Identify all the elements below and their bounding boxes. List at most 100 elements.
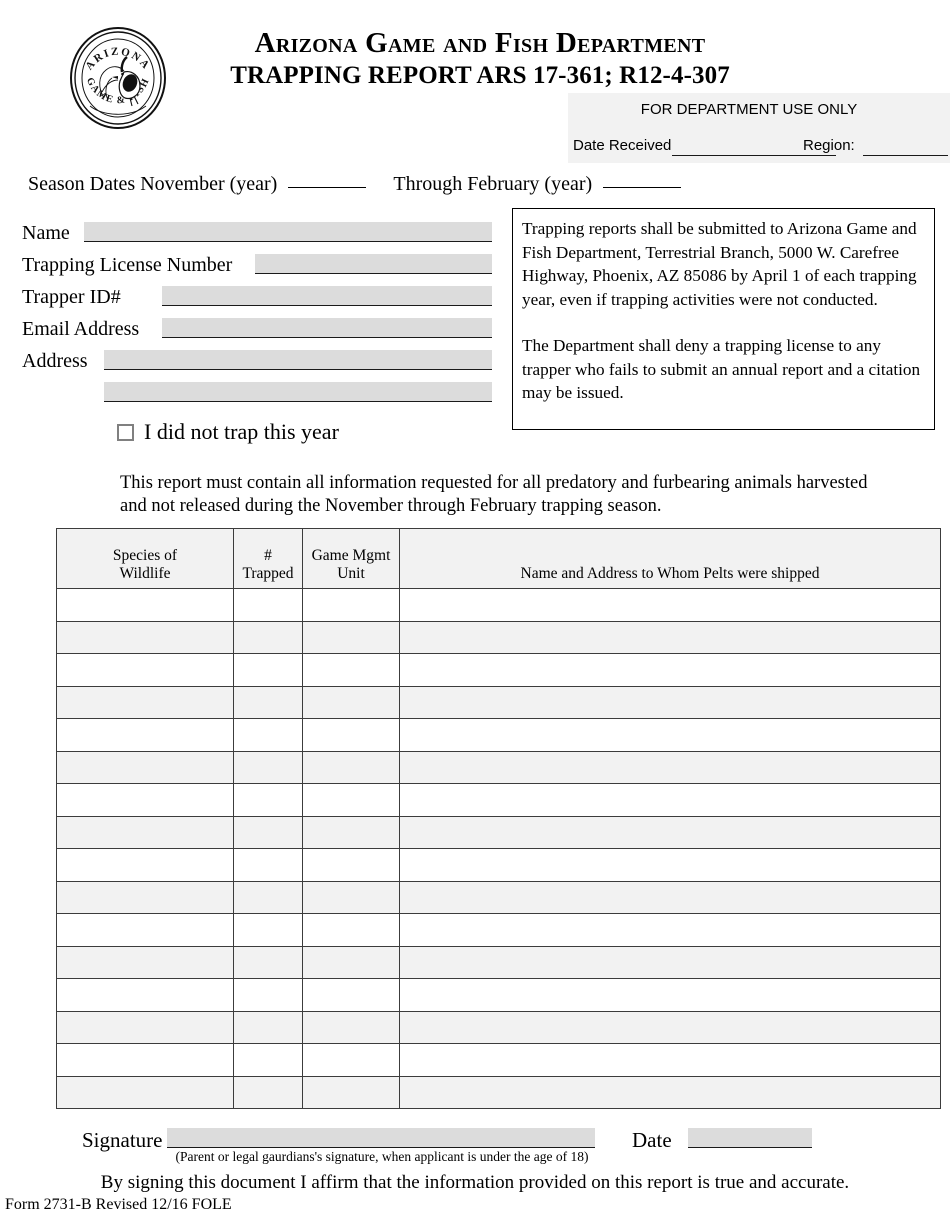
table-cell-species[interactable] <box>56 685 234 719</box>
column-header-species: Species of Wildlife <box>56 528 234 589</box>
table-cell-trapped[interactable] <box>233 815 303 849</box>
table-cell-unit[interactable] <box>302 718 400 752</box>
table-cell-unit[interactable] <box>302 685 400 719</box>
address-line-2-input[interactable] <box>104 382 492 402</box>
region-input[interactable] <box>863 155 948 156</box>
season-through-label: Through February (year) <box>393 173 593 195</box>
table-row <box>56 815 941 849</box>
column-header-unit-line1: Game Mgmt <box>311 547 391 564</box>
table-cell-shipped[interactable] <box>399 1043 941 1077</box>
table-cell-trapped[interactable] <box>233 783 303 817</box>
did-not-trap-row[interactable]: I did not trap this year <box>117 419 339 445</box>
table-cell-shipped[interactable] <box>399 620 941 654</box>
table-cell-unit[interactable] <box>302 880 400 914</box>
signature-date-input[interactable] <box>688 1128 812 1148</box>
table-cell-unit[interactable] <box>302 848 400 882</box>
table-cell-shipped[interactable] <box>399 945 941 979</box>
name-input[interactable] <box>84 222 492 242</box>
table-cell-shipped[interactable] <box>399 978 941 1012</box>
table-cell-species[interactable] <box>56 1075 234 1109</box>
table-cell-species[interactable] <box>56 750 234 784</box>
table-row <box>56 588 941 622</box>
signature-guardian-note: (Parent or legal gaurdians's signature, … <box>175 1149 589 1164</box>
table-cell-shipped[interactable] <box>399 588 941 622</box>
table-cell-shipped[interactable] <box>399 1075 941 1109</box>
table-cell-unit[interactable] <box>302 1043 400 1077</box>
harvest-table-body <box>56 588 941 1109</box>
table-cell-unit[interactable] <box>302 783 400 817</box>
table-cell-trapped[interactable] <box>233 620 303 654</box>
table-cell-trapped[interactable] <box>233 1010 303 1044</box>
table-cell-trapped[interactable] <box>233 1043 303 1077</box>
table-cell-species[interactable] <box>56 653 234 687</box>
table-cell-species[interactable] <box>56 1043 234 1077</box>
form-number-footer: Form 2731-B Revised 12/16 FOLE <box>5 1196 232 1213</box>
table-cell-trapped[interactable] <box>233 1075 303 1109</box>
table-cell-shipped[interactable] <box>399 848 941 882</box>
table-cell-unit[interactable] <box>302 1010 400 1044</box>
table-cell-species[interactable] <box>56 880 234 914</box>
table-cell-trapped[interactable] <box>233 880 303 914</box>
table-cell-trapped[interactable] <box>233 750 303 784</box>
date-received-input[interactable] <box>672 155 836 156</box>
column-header-shipped-to: Name and Address to Whom Pelts were ship… <box>399 528 941 589</box>
table-cell-unit[interactable] <box>302 750 400 784</box>
table-cell-species[interactable] <box>56 620 234 654</box>
address-line-1-input[interactable] <box>104 350 492 370</box>
table-cell-trapped[interactable] <box>233 588 303 622</box>
table-cell-shipped[interactable] <box>399 718 941 752</box>
table-cell-species[interactable] <box>56 848 234 882</box>
instructions-paragraph-2: The Department shall deny a trapping lic… <box>522 336 921 402</box>
field-row-license: Trapping License Number <box>22 254 492 280</box>
table-cell-unit[interactable] <box>302 815 400 849</box>
table-cell-trapped[interactable] <box>233 913 303 947</box>
table-cell-trapped[interactable] <box>233 945 303 979</box>
table-cell-shipped[interactable] <box>399 653 941 687</box>
table-cell-unit[interactable] <box>302 653 400 687</box>
table-row <box>56 848 941 882</box>
table-row <box>56 913 941 947</box>
region-label: Region: <box>803 137 855 154</box>
signature-input[interactable] <box>167 1128 595 1148</box>
date-received-label: Date Received <box>573 137 672 154</box>
page-subtitle: TRAPPING REPORT ARS 17-361; R12-4-307 <box>230 62 730 89</box>
table-cell-shipped[interactable] <box>399 685 941 719</box>
trapping-license-number-input[interactable] <box>255 254 492 274</box>
column-header-shipped-line2: Name and Address to Whom Pelts were ship… <box>520 565 820 582</box>
table-cell-species[interactable] <box>56 913 234 947</box>
table-cell-trapped[interactable] <box>233 718 303 752</box>
table-cell-trapped[interactable] <box>233 685 303 719</box>
table-cell-species[interactable] <box>56 718 234 752</box>
table-cell-trapped[interactable] <box>233 978 303 1012</box>
table-cell-shipped[interactable] <box>399 880 941 914</box>
season-dates-row: Season Dates November (year) Through Feb… <box>28 173 687 196</box>
field-row-email: Email Address <box>22 318 492 344</box>
table-cell-shipped[interactable] <box>399 783 941 817</box>
season-february-year-input[interactable] <box>603 187 682 188</box>
table-cell-shipped[interactable] <box>399 750 941 784</box>
table-row <box>56 685 941 719</box>
table-cell-trapped[interactable] <box>233 848 303 882</box>
table-cell-shipped[interactable] <box>399 1010 941 1044</box>
email-address-input[interactable] <box>162 318 492 338</box>
table-cell-species[interactable] <box>56 1010 234 1044</box>
table-cell-unit[interactable] <box>302 1075 400 1109</box>
table-row <box>56 945 941 979</box>
table-header-row: Species of Wildlife # Trapped Game Mgmt … <box>56 528 941 589</box>
did-not-trap-checkbox[interactable] <box>117 423 134 441</box>
table-cell-shipped[interactable] <box>399 913 941 947</box>
table-cell-species[interactable] <box>56 945 234 979</box>
table-cell-unit[interactable] <box>302 945 400 979</box>
table-cell-unit[interactable] <box>302 620 400 654</box>
trapper-id-input[interactable] <box>162 286 492 306</box>
table-cell-unit[interactable] <box>302 588 400 622</box>
table-cell-species[interactable] <box>56 588 234 622</box>
table-cell-species[interactable] <box>56 978 234 1012</box>
table-cell-species[interactable] <box>56 815 234 849</box>
season-november-year-input[interactable] <box>288 187 367 188</box>
table-cell-unit[interactable] <box>302 913 400 947</box>
table-cell-trapped[interactable] <box>233 653 303 687</box>
table-cell-species[interactable] <box>56 783 234 817</box>
table-cell-shipped[interactable] <box>399 815 941 849</box>
table-cell-unit[interactable] <box>302 978 400 1012</box>
